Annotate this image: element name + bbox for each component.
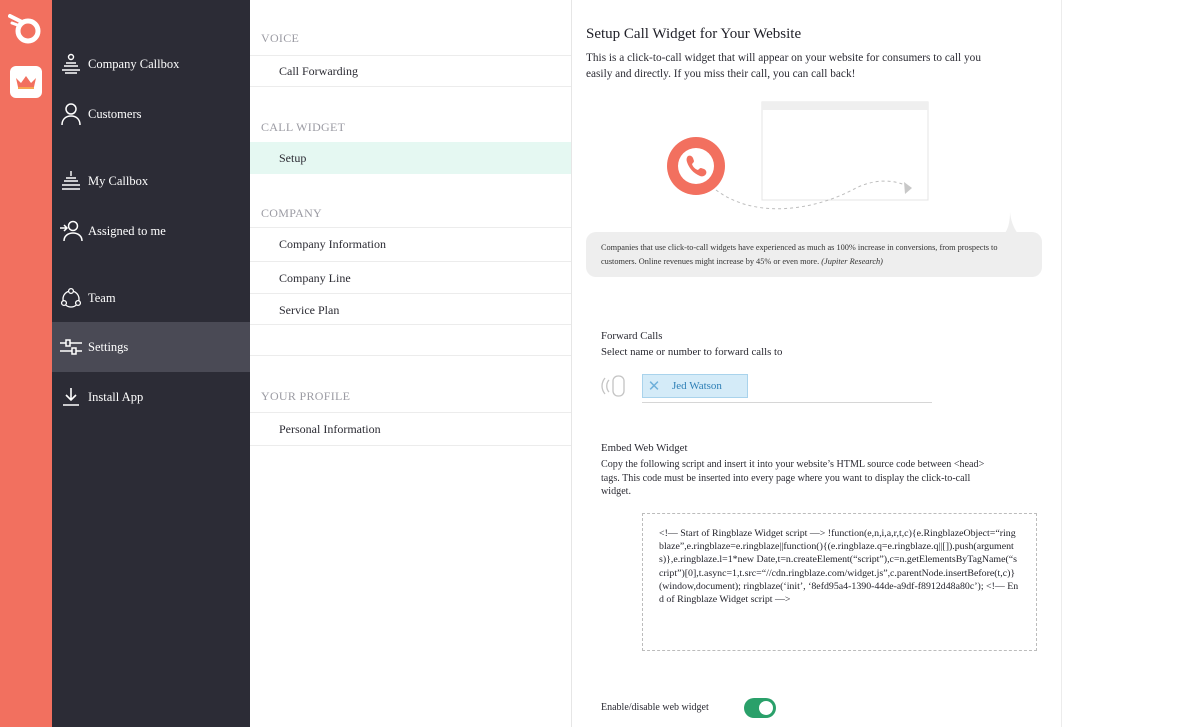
crown-icon[interactable]: [10, 66, 42, 98]
nav-item-assigned-to-me[interactable]: Assigned to me: [52, 206, 250, 256]
remove-chip-icon[interactable]: ✕: [643, 377, 665, 395]
stat-text: Companies that use click-to-call widgets…: [601, 243, 998, 266]
nav-item-team[interactable]: Team: [52, 273, 250, 323]
team-icon: [59, 286, 83, 310]
section-heading-call-widget: CALL WIDGET: [261, 120, 346, 134]
section-heading-voice: VOICE: [261, 31, 300, 45]
conversion-stat-callout: Companies that use click-to-call widgets…: [586, 232, 1042, 277]
person-icon: [59, 102, 83, 126]
forward-calls-hint: Select name or number to forward calls t…: [601, 346, 783, 358]
nav-item-settings[interactable]: Settings: [52, 322, 250, 372]
forward-target-name: Jed Watson: [672, 380, 722, 392]
download-icon: [59, 385, 83, 409]
submenu-item-setup[interactable]: Setup: [250, 142, 571, 174]
nav-label: Customers: [88, 106, 142, 121]
speech-bubble-tail: [1004, 212, 1018, 234]
nav-item-my-callbox[interactable]: My Callbox: [52, 156, 250, 206]
app-rail: [0, 0, 52, 727]
ringblaze-logo-icon[interactable]: [8, 10, 42, 46]
sliders-icon: [59, 335, 83, 359]
call-forward-icon: [600, 374, 628, 398]
submenu-item-call-forwarding[interactable]: Call Forwarding: [250, 55, 571, 87]
section-heading-company: COMPANY: [261, 206, 323, 220]
forward-target-chip[interactable]: ✕ Jed Watson: [642, 374, 748, 398]
assign-person-icon: [59, 219, 83, 243]
embed-widget-label: Embed Web Widget: [601, 442, 688, 454]
intro-text: This is a click-to-call widget that will…: [586, 52, 981, 80]
callbox-stack-icon: [59, 52, 83, 76]
embed-widget-description: Copy the following script and insert it …: [601, 459, 985, 497]
submenu-item-company-information[interactable]: Company Information: [250, 227, 571, 260]
nav-item-install-app[interactable]: Install App: [52, 372, 250, 422]
nav-item-customers[interactable]: Customers: [52, 89, 250, 139]
callbox-icon: [59, 169, 83, 193]
submenu-item-service-plan[interactable]: Service Plan: [250, 293, 571, 326]
stat-source: (Jupiter Research): [821, 257, 883, 266]
widget-toggle-label: Enable/disable web widget: [601, 702, 709, 713]
submenu-item-personal-information[interactable]: Personal Information: [250, 412, 571, 445]
nav-item-company-callbox[interactable]: Company Callbox: [52, 39, 250, 89]
page-title: Setup Call Widget for Your Website: [586, 26, 802, 42]
nav-label: Team: [88, 290, 116, 305]
nav-label: Install App: [88, 389, 144, 404]
nav-label: Assigned to me: [88, 223, 166, 238]
widget-setup-panel: Setup Call Widget for Your Website This …: [572, 0, 1061, 727]
forward-calls-label: Forward Calls: [601, 330, 663, 342]
section-heading-your-profile: YOUR PROFILE: [261, 389, 351, 403]
forward-input-underline: [642, 402, 932, 403]
widget-illustration: [666, 100, 936, 216]
submenu-item-company-line[interactable]: Company Line: [250, 261, 571, 294]
toggle-knob: [759, 701, 773, 715]
nav-label: Settings: [88, 339, 129, 354]
settings-submenu: VOICE Call Forwarding CALL WIDGET Setup …: [250, 0, 572, 727]
widget-script-code[interactable]: <!— Start of Ringblaze Widget script —> …: [642, 513, 1037, 651]
main-navigation: Company Callbox Customers My Callbox Ass…: [52, 0, 250, 727]
nav-label: Company Callbox: [88, 56, 180, 71]
web-widget-toggle[interactable]: [744, 698, 776, 718]
nav-label: My Callbox: [88, 173, 149, 188]
right-empty-pane: [1061, 0, 1200, 727]
